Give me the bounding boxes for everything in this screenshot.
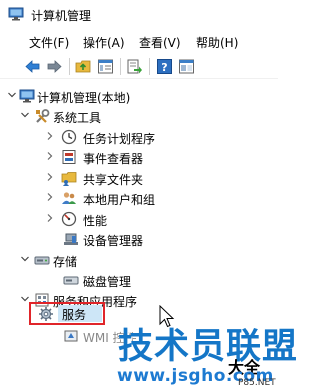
performance-icon	[61, 211, 77, 227]
tree-label: 事件查看器	[83, 152, 144, 166]
shared-folder-icon	[61, 172, 77, 186]
tools-icon	[36, 109, 50, 123]
tree-item-disk-management[interactable]: 磁盘管理	[0, 270, 200, 290]
tree-item-storage[interactable]: 存储	[0, 250, 200, 270]
export-icon[interactable]	[126, 58, 143, 75]
tree-label: 本地用户和组	[83, 193, 156, 207]
clock-icon	[61, 129, 77, 145]
tree-item-system-tools[interactable]: 系统工具	[0, 106, 200, 126]
computer-management-icon	[19, 89, 35, 103]
toolbar-separator	[120, 58, 121, 75]
forward-arrow-icon[interactable]	[46, 58, 63, 75]
storage-icon	[34, 256, 50, 265]
menu-view[interactable]: 查看(V)	[139, 34, 181, 51]
chevron-right-icon[interactable]	[45, 213, 55, 223]
tree-item-event-viewer[interactable]: 事件查看器	[0, 147, 200, 167]
computer-management-icon	[8, 7, 24, 21]
tree-item-device-manager[interactable]: 设备管理器	[0, 229, 200, 249]
disk-management-icon	[63, 276, 79, 285]
tree-label: 任务计划程序	[83, 132, 156, 146]
properties-icon[interactable]	[97, 58, 114, 75]
tree-label: 系统工具	[53, 111, 102, 125]
tree-label: 设备管理器	[83, 234, 144, 248]
chevron-down-icon[interactable]	[20, 254, 30, 264]
tree-label: 性能	[83, 214, 108, 228]
tree-label: 计算机管理(本地)	[37, 91, 131, 105]
chevron-right-icon[interactable]	[45, 172, 55, 182]
toolbar: ?	[0, 53, 278, 79]
title-bar: 计算机管理	[0, 0, 278, 30]
toolbar-separator	[149, 58, 150, 75]
tree-item-root[interactable]: 计算机管理(本地)	[0, 86, 200, 106]
tree-item-shared-folders[interactable]: 共享文件夹	[0, 168, 200, 188]
wmi-icon	[64, 330, 78, 342]
tree-label: 共享文件夹	[83, 173, 144, 187]
chevron-right-icon[interactable]	[45, 151, 55, 161]
watermark-brand: 技术员联盟	[118, 327, 299, 367]
watermark-suffix: P85.NET	[238, 378, 276, 388]
event-viewer-icon	[62, 150, 76, 164]
toolbar-separator	[69, 58, 70, 75]
highlight-box	[29, 302, 105, 325]
tree-item-wmi[interactable]: WMI 控件	[0, 326, 137, 346]
menu-action[interactable]: 操作(A)	[83, 34, 125, 51]
tree-label: 存储	[53, 255, 78, 269]
chevron-right-icon[interactable]	[45, 192, 55, 202]
tree-label: 磁盘管理	[83, 275, 132, 289]
menu-file[interactable]: 文件(F)	[29, 34, 69, 51]
chevron-down-icon[interactable]	[7, 90, 17, 100]
window-title: 计算机管理	[31, 9, 92, 23]
menu-bar: 文件(F) 操作(A) 查看(V) 帮助(H)	[0, 30, 278, 52]
help-icon[interactable]: ?	[156, 58, 173, 75]
back-arrow-icon[interactable]	[24, 58, 41, 75]
up-folder-icon[interactable]	[75, 58, 92, 75]
device-manager-icon	[64, 233, 78, 245]
chevron-right-icon[interactable]	[45, 131, 55, 141]
svg-text:?: ?	[161, 61, 167, 74]
tree-item-performance[interactable]: 性能	[0, 209, 200, 229]
menu-help[interactable]: 帮助(H)	[196, 34, 238, 51]
action-pane-icon[interactable]	[178, 58, 195, 75]
tree-item-local-users[interactable]: 本地用户和组	[0, 188, 200, 208]
users-icon	[62, 192, 76, 204]
tree-item-task-scheduler[interactable]: 任务计划程序	[0, 127, 200, 147]
chevron-down-icon[interactable]	[20, 110, 30, 120]
